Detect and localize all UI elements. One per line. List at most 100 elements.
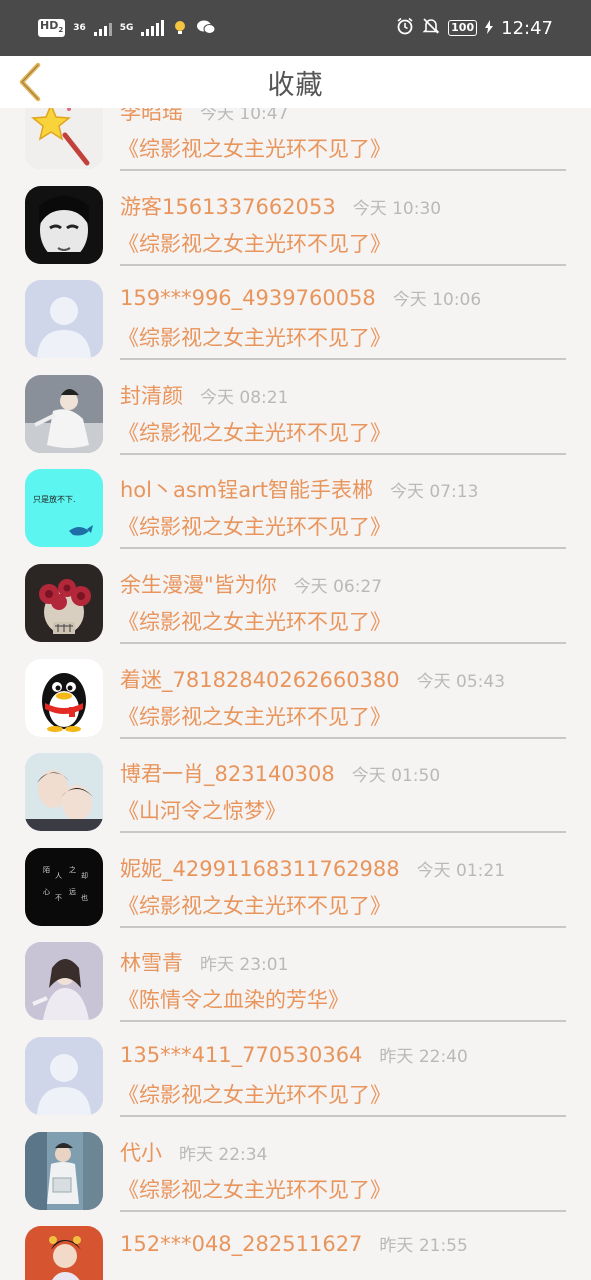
timestamp: 今天 01:50 (351, 766, 441, 787)
svg-text:人: 人 (55, 872, 62, 880)
name-line: 135***411_770530364 昨天 22:40 (120, 1042, 571, 1067)
book-title[interactable]: 《综影视之女主光环不见了》 (118, 890, 391, 920)
timestamp: 昨天 21:55 (379, 1236, 468, 1257)
book-title[interactable]: 《综影视之女主光环不见了》 (118, 417, 391, 447)
list-item[interactable]: 博君一肖_823140308 今天 01:50 《山河令之惊梦》 (0, 745, 591, 840)
svg-text:只是放不下.: 只是放不下. (33, 494, 76, 504)
list-item[interactable]: 游客1561337662053 今天 10:30 《综影视之女主光环不见了》 (0, 178, 591, 273)
back-button[interactable] (12, 62, 48, 102)
avatar-image (25, 1131, 103, 1210)
name-line: 余生漫漫"皆为你 今天 06:27 (120, 569, 571, 599)
avatar[interactable] (25, 658, 103, 737)
avatar-image (25, 185, 103, 264)
favorites-list-inner: 李昭瑶 今天 10:47 《综影视之女主光环不见了》 游客15613376620… (0, 108, 591, 1280)
notification-app-icon (172, 19, 188, 38)
avatar-image (25, 374, 103, 453)
divider (120, 925, 566, 928)
timestamp: 今天 06:27 (293, 576, 383, 597)
avatar-image (25, 658, 103, 737)
timestamp: 今天 08:21 (200, 387, 289, 408)
timestamp: 今天 01:21 (416, 860, 506, 881)
divider (120, 736, 566, 739)
divider (120, 547, 566, 550)
user-name: 博君一肖_823140308 (120, 762, 335, 787)
avatar-image (25, 108, 103, 169)
user-name: 159***996_4939760058 (120, 286, 376, 311)
status-clock: 12:47 (501, 17, 553, 39)
list-item[interactable]: 封清颜 今天 08:21 《综影视之女主光环不见了》 (0, 367, 591, 462)
book-title[interactable]: 《综影视之女主光环不见了》 (118, 133, 391, 163)
avatar-image (25, 280, 103, 359)
network-5g-label: 5G (119, 22, 134, 33)
book-title[interactable]: 《山河令之惊梦》 (118, 795, 286, 825)
user-name: 着迷_78182840262660380 (120, 667, 400, 692)
book-title[interactable]: 《综影视之女主光环不见了》 (118, 322, 391, 352)
avatar[interactable] (25, 1036, 103, 1115)
chevron-left-icon (19, 62, 41, 102)
name-line: 封清颜 今天 08:21 (120, 380, 571, 410)
list-item[interactable]: 152***048_282511627 昨天 21:55 (0, 1218, 591, 1280)
book-title[interactable]: 《综影视之女主光环不见了》 (118, 511, 391, 541)
divider (120, 1020, 566, 1023)
status-right: 100 12:47 (396, 17, 553, 39)
svg-text:远: 远 (69, 888, 76, 896)
avatar[interactable] (25, 108, 103, 169)
avatar[interactable] (25, 942, 103, 1021)
favorites-list[interactable]: 李昭瑶 今天 10:47 《综影视之女主光环不见了》 游客15613376620… (0, 108, 591, 1280)
svg-text:陌: 陌 (43, 865, 50, 874)
signal-icon (93, 20, 112, 36)
list-item[interactable]: 余生漫漫"皆为你 今天 06:27 《综影视之女主光环不见了》 (0, 556, 591, 651)
timestamp: 昨天 23:01 (200, 955, 289, 976)
divider (120, 263, 566, 266)
name-line: 152***048_282511627 昨天 21:55 (120, 1231, 571, 1256)
book-title[interactable]: 《综影视之女主光环不见了》 (118, 606, 391, 636)
user-name: 游客1561337662053 (120, 194, 336, 219)
avatar[interactable]: 陌人之却心不远也 (25, 847, 103, 926)
timestamp: 今天 10:06 (392, 290, 482, 311)
status-bar: HD2 36 5G 100 12:47 (0, 0, 591, 56)
avatar-image (25, 1036, 103, 1115)
avatar[interactable] (25, 1226, 103, 1280)
name-line: 159***996_4939760058 今天 10:06 (120, 285, 571, 310)
book-title[interactable]: 《综影视之女主光环不见了》 (118, 1174, 391, 1204)
divider (120, 1114, 566, 1117)
list-item[interactable]: 只是放不下. hol丶asm锃art智能手表郴 今天 07:13 《综影视之女主… (0, 461, 591, 556)
avatar[interactable] (25, 563, 103, 642)
divider (120, 358, 566, 361)
avatar[interactable] (25, 374, 103, 453)
timestamp: 今天 05:43 (416, 671, 506, 692)
user-name: 妮妮_42991168311762988 (120, 856, 400, 881)
list-item[interactable]: 159***996_4939760058 今天 10:06 《综影视之女主光环不… (0, 272, 591, 367)
avatar[interactable]: 只是放不下. (25, 469, 103, 548)
list-item[interactable]: 着迷_78182840262660380 今天 05:43 《综影视之女主光环不… (0, 651, 591, 746)
user-name: 余生漫漫"皆为你 (120, 572, 277, 597)
list-item[interactable]: 135***411_770530364 昨天 22:40 《综影视之女主光环不见… (0, 1029, 591, 1124)
book-title[interactable]: 《陈情令之血染的芳华》 (118, 984, 349, 1014)
divider (120, 452, 566, 455)
wechat-icon (196, 19, 216, 38)
book-title[interactable]: 《综影视之女主光环不见了》 (118, 1079, 391, 1109)
name-line: 博君一肖_823140308 今天 01:50 (120, 758, 571, 788)
name-line: 林雪青 昨天 23:01 (120, 947, 571, 977)
divider (120, 1209, 566, 1212)
avatar[interactable] (25, 280, 103, 359)
avatar-image (25, 753, 103, 832)
timestamp: 今天 10:30 (352, 198, 442, 219)
avatar[interactable] (25, 185, 103, 264)
list-item[interactable]: 林雪青 昨天 23:01 《陈情令之血染的芳华》 (0, 934, 591, 1029)
book-title[interactable]: 《综影视之女主光环不见了》 (118, 228, 391, 258)
mute-bell-icon (422, 17, 440, 39)
list-item[interactable]: 陌人之却心不远也 妮妮_42991168311762988 今天 01:21 《… (0, 840, 591, 935)
name-line: 游客1561337662053 今天 10:30 (120, 191, 571, 221)
name-line: 着迷_78182840262660380 今天 05:43 (120, 664, 571, 694)
book-title[interactable]: 《综影视之女主光环不见了》 (118, 701, 391, 731)
avatar[interactable] (25, 1131, 103, 1210)
name-line: 李昭瑶 今天 10:47 (120, 108, 571, 126)
timestamp: 今天 07:13 (390, 482, 479, 503)
divider (120, 831, 566, 834)
user-name: hol丶asm锃art智能手表郴 (120, 478, 373, 503)
avatar[interactable] (25, 753, 103, 832)
list-item[interactable]: 李昭瑶 今天 10:47 《综影视之女主光环不见了》 (0, 108, 591, 178)
status-left: HD2 36 5G (38, 18, 216, 38)
list-item[interactable]: 代小 昨天 22:34 《综影视之女主光环不见了》 (0, 1124, 591, 1219)
